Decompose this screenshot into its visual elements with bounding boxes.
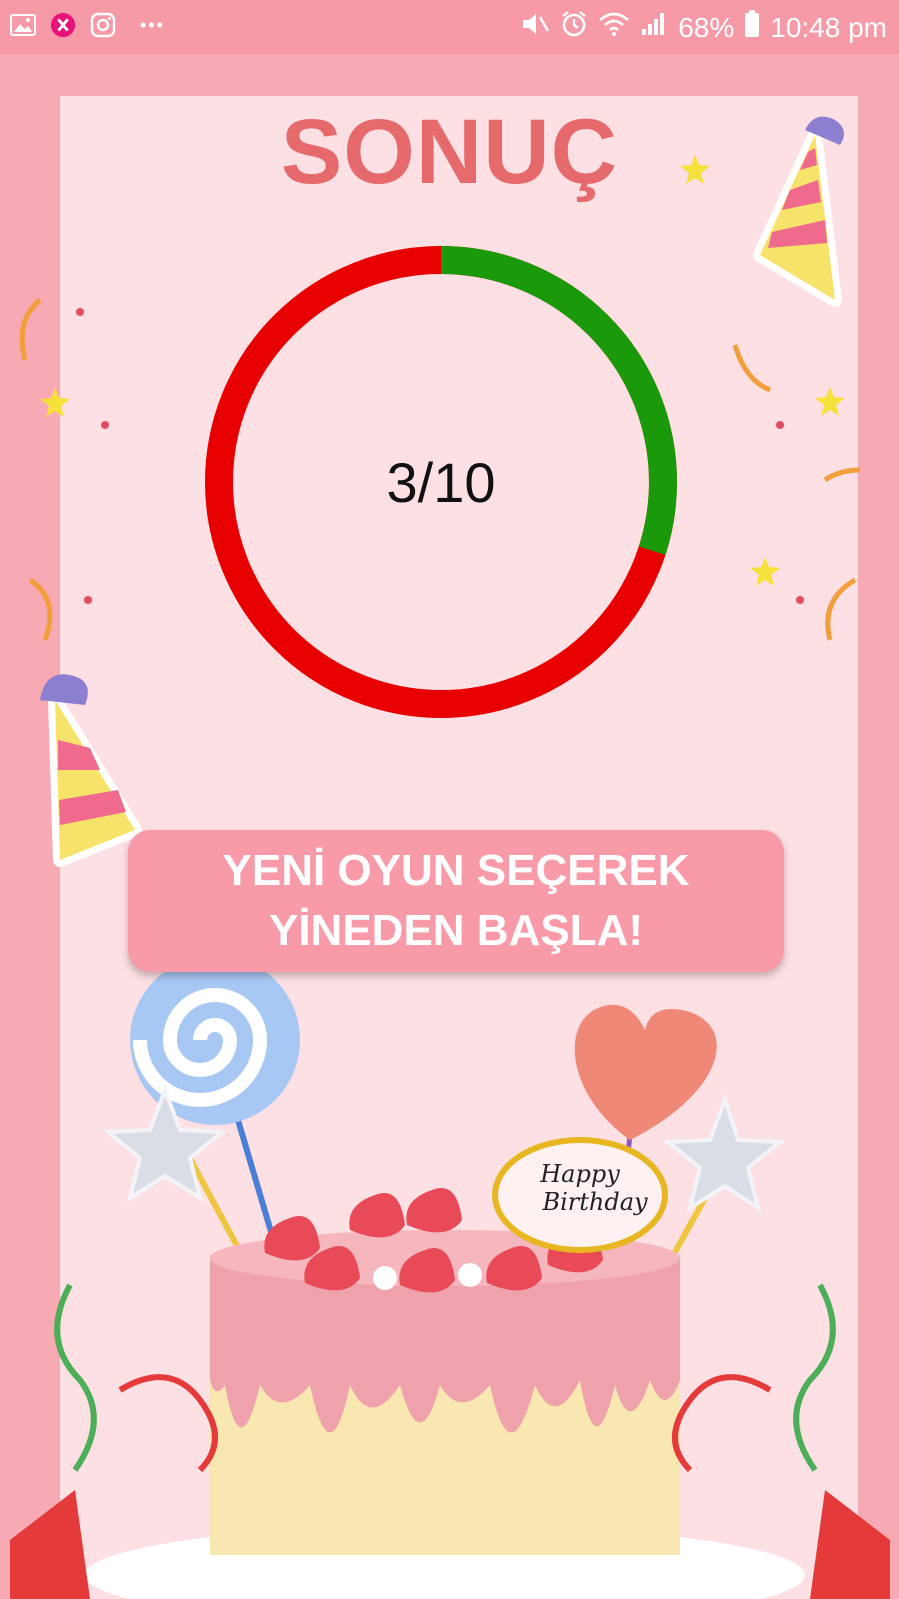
card-line-1: Happy bbox=[540, 1160, 620, 1188]
restart-button-line-2: YİNEDEN BAŞLA! bbox=[268, 906, 644, 955]
party-hat-icon bbox=[40, 674, 142, 867]
star-icon bbox=[750, 557, 780, 586]
star-icon bbox=[662, 1093, 786, 1272]
card-line-2: Birthday bbox=[542, 1188, 648, 1216]
score-text: 3/10 bbox=[386, 450, 496, 514]
page-title: SONUÇ bbox=[280, 101, 619, 203]
star-icon bbox=[40, 388, 70, 417]
lollipop-icon bbox=[130, 955, 300, 1236]
birthday-card-text: Happy Birthday bbox=[500, 1160, 660, 1216]
star-icon bbox=[815, 387, 845, 416]
restart-button[interactable]: YENİ OYUN SEÇEREK YİNEDEN BAŞLA! bbox=[128, 830, 784, 972]
party-decoration bbox=[10, 116, 890, 1599]
restart-button-line-1: YENİ OYUN SEÇEREK bbox=[222, 846, 690, 895]
